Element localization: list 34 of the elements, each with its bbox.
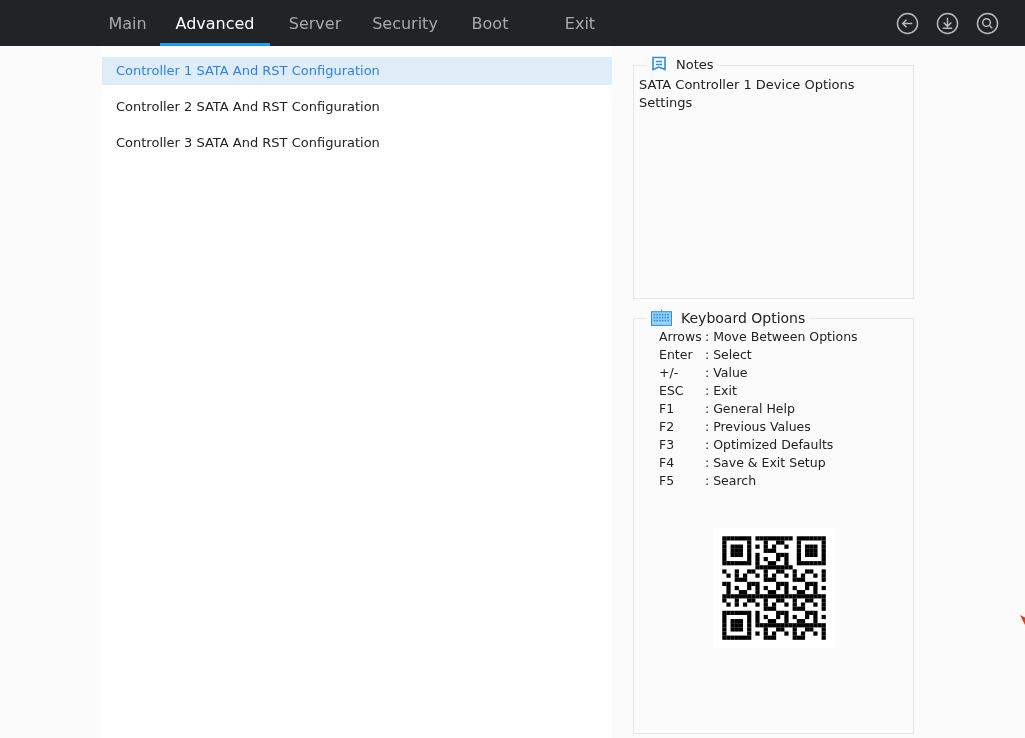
key-name: ESC xyxy=(659,382,685,400)
key-name: Enter xyxy=(659,346,694,364)
key-action: : Optimized Defaults xyxy=(705,436,835,454)
key-name: +/- xyxy=(659,364,680,382)
key-name: Arrows xyxy=(659,328,703,346)
key-name: F2 xyxy=(659,418,676,436)
key-name: F3 xyxy=(659,436,676,454)
key-action: : Value xyxy=(705,364,749,382)
nav-tab[interactable]: Security xyxy=(360,0,450,46)
key-action: : Move Between Options xyxy=(705,328,859,346)
notes-text: SATA Controller 1 Device Options Settings xyxy=(639,76,856,112)
key-action: : Search xyxy=(705,472,758,490)
key-action: : Exit xyxy=(705,382,738,400)
keyboard-options-title: Keyboard Options xyxy=(681,309,806,326)
menu-item[interactable]: Controller 2 SATA And RST Configuration xyxy=(102,93,612,121)
key-name: F1 xyxy=(659,400,676,418)
download-icon[interactable] xyxy=(936,11,959,35)
key-name: F4 xyxy=(659,454,676,472)
key-action: : Save & Exit Setup xyxy=(705,454,827,472)
nav-tab[interactable]: Main xyxy=(95,0,160,46)
key-name: F5 xyxy=(659,472,676,490)
nav-tab[interactable]: Exit xyxy=(530,0,630,46)
menu-item[interactable]: Controller 3 SATA And RST Configuration xyxy=(102,129,612,157)
notes-title: Notes xyxy=(676,56,714,72)
keyboard-icon xyxy=(651,309,672,326)
back-icon[interactable] xyxy=(896,11,919,35)
key-action: : General Help xyxy=(705,400,796,418)
pointer-icon xyxy=(1020,614,1025,626)
key-action: : Previous Values xyxy=(705,418,812,436)
note-icon xyxy=(651,56,667,72)
key-action: : Select xyxy=(705,346,753,364)
nav-tab[interactable]: Server xyxy=(270,0,360,46)
search-icon[interactable] xyxy=(976,11,999,35)
nav-tab[interactable]: Boot xyxy=(450,0,530,46)
